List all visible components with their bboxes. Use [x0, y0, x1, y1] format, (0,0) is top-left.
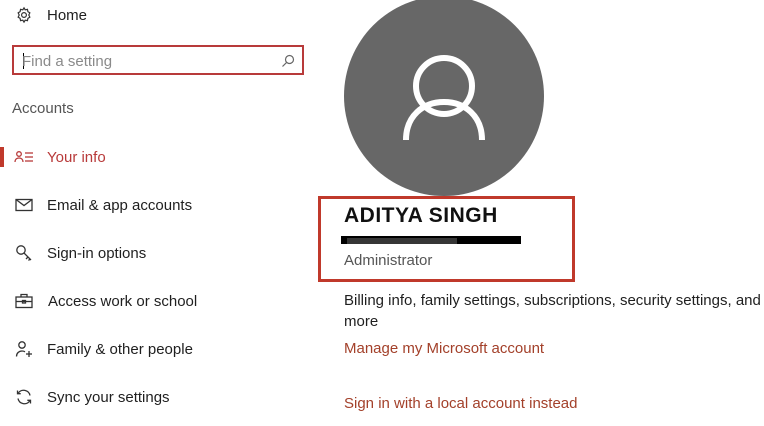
search-box[interactable] — [12, 45, 304, 75]
sidebar-item-sync-settings[interactable]: Sync your settings — [0, 382, 320, 412]
redacted-email — [341, 236, 521, 244]
sidebar-item-access-work-school[interactable]: Access work or school — [0, 286, 320, 316]
mail-icon — [14, 195, 34, 215]
sidebar-item-label: Sign-in options — [47, 244, 147, 262]
briefcase-icon — [14, 291, 34, 311]
user-role: Administrator — [344, 252, 433, 269]
person-icon — [403, 55, 485, 141]
section-heading: Accounts — [12, 100, 74, 117]
home-label: Home — [47, 6, 88, 24]
gear-icon — [14, 5, 34, 25]
search-input[interactable] — [22, 51, 272, 71]
person-add-icon — [14, 339, 34, 359]
home-nav-item[interactable]: Home — [0, 0, 320, 30]
search-icon[interactable] — [280, 53, 296, 69]
person-list-icon — [14, 147, 34, 167]
sidebar-item-family-other-people[interactable]: Family & other people — [0, 334, 320, 364]
sidebar: Home Accounts Your info — [0, 0, 330, 426]
local-account-link[interactable]: Sign in with a local account instead — [344, 395, 577, 412]
sidebar-item-label: Sync your settings — [47, 388, 170, 406]
user-name: ADITYA SINGH — [344, 204, 498, 227]
sidebar-item-your-info[interactable]: Your info — [0, 142, 320, 172]
sidebar-item-label: Email & app accounts — [47, 196, 193, 214]
sidebar-item-label: Your info — [47, 148, 106, 166]
sync-icon — [14, 387, 34, 407]
sidebar-item-label: Access work or school — [48, 292, 198, 310]
key-icon — [14, 243, 34, 263]
avatar[interactable] — [344, 0, 544, 196]
sidebar-item-email-app-accounts[interactable]: Email & app accounts — [0, 190, 320, 220]
sidebar-item-sign-in-options[interactable]: Sign-in options — [0, 238, 320, 268]
manage-account-link[interactable]: Manage my Microsoft account — [344, 340, 544, 357]
sidebar-item-label: Family & other people — [47, 340, 193, 358]
redacted-text-remnant — [347, 238, 457, 244]
billing-description: Billing info, family settings, subscript… — [344, 292, 761, 330]
